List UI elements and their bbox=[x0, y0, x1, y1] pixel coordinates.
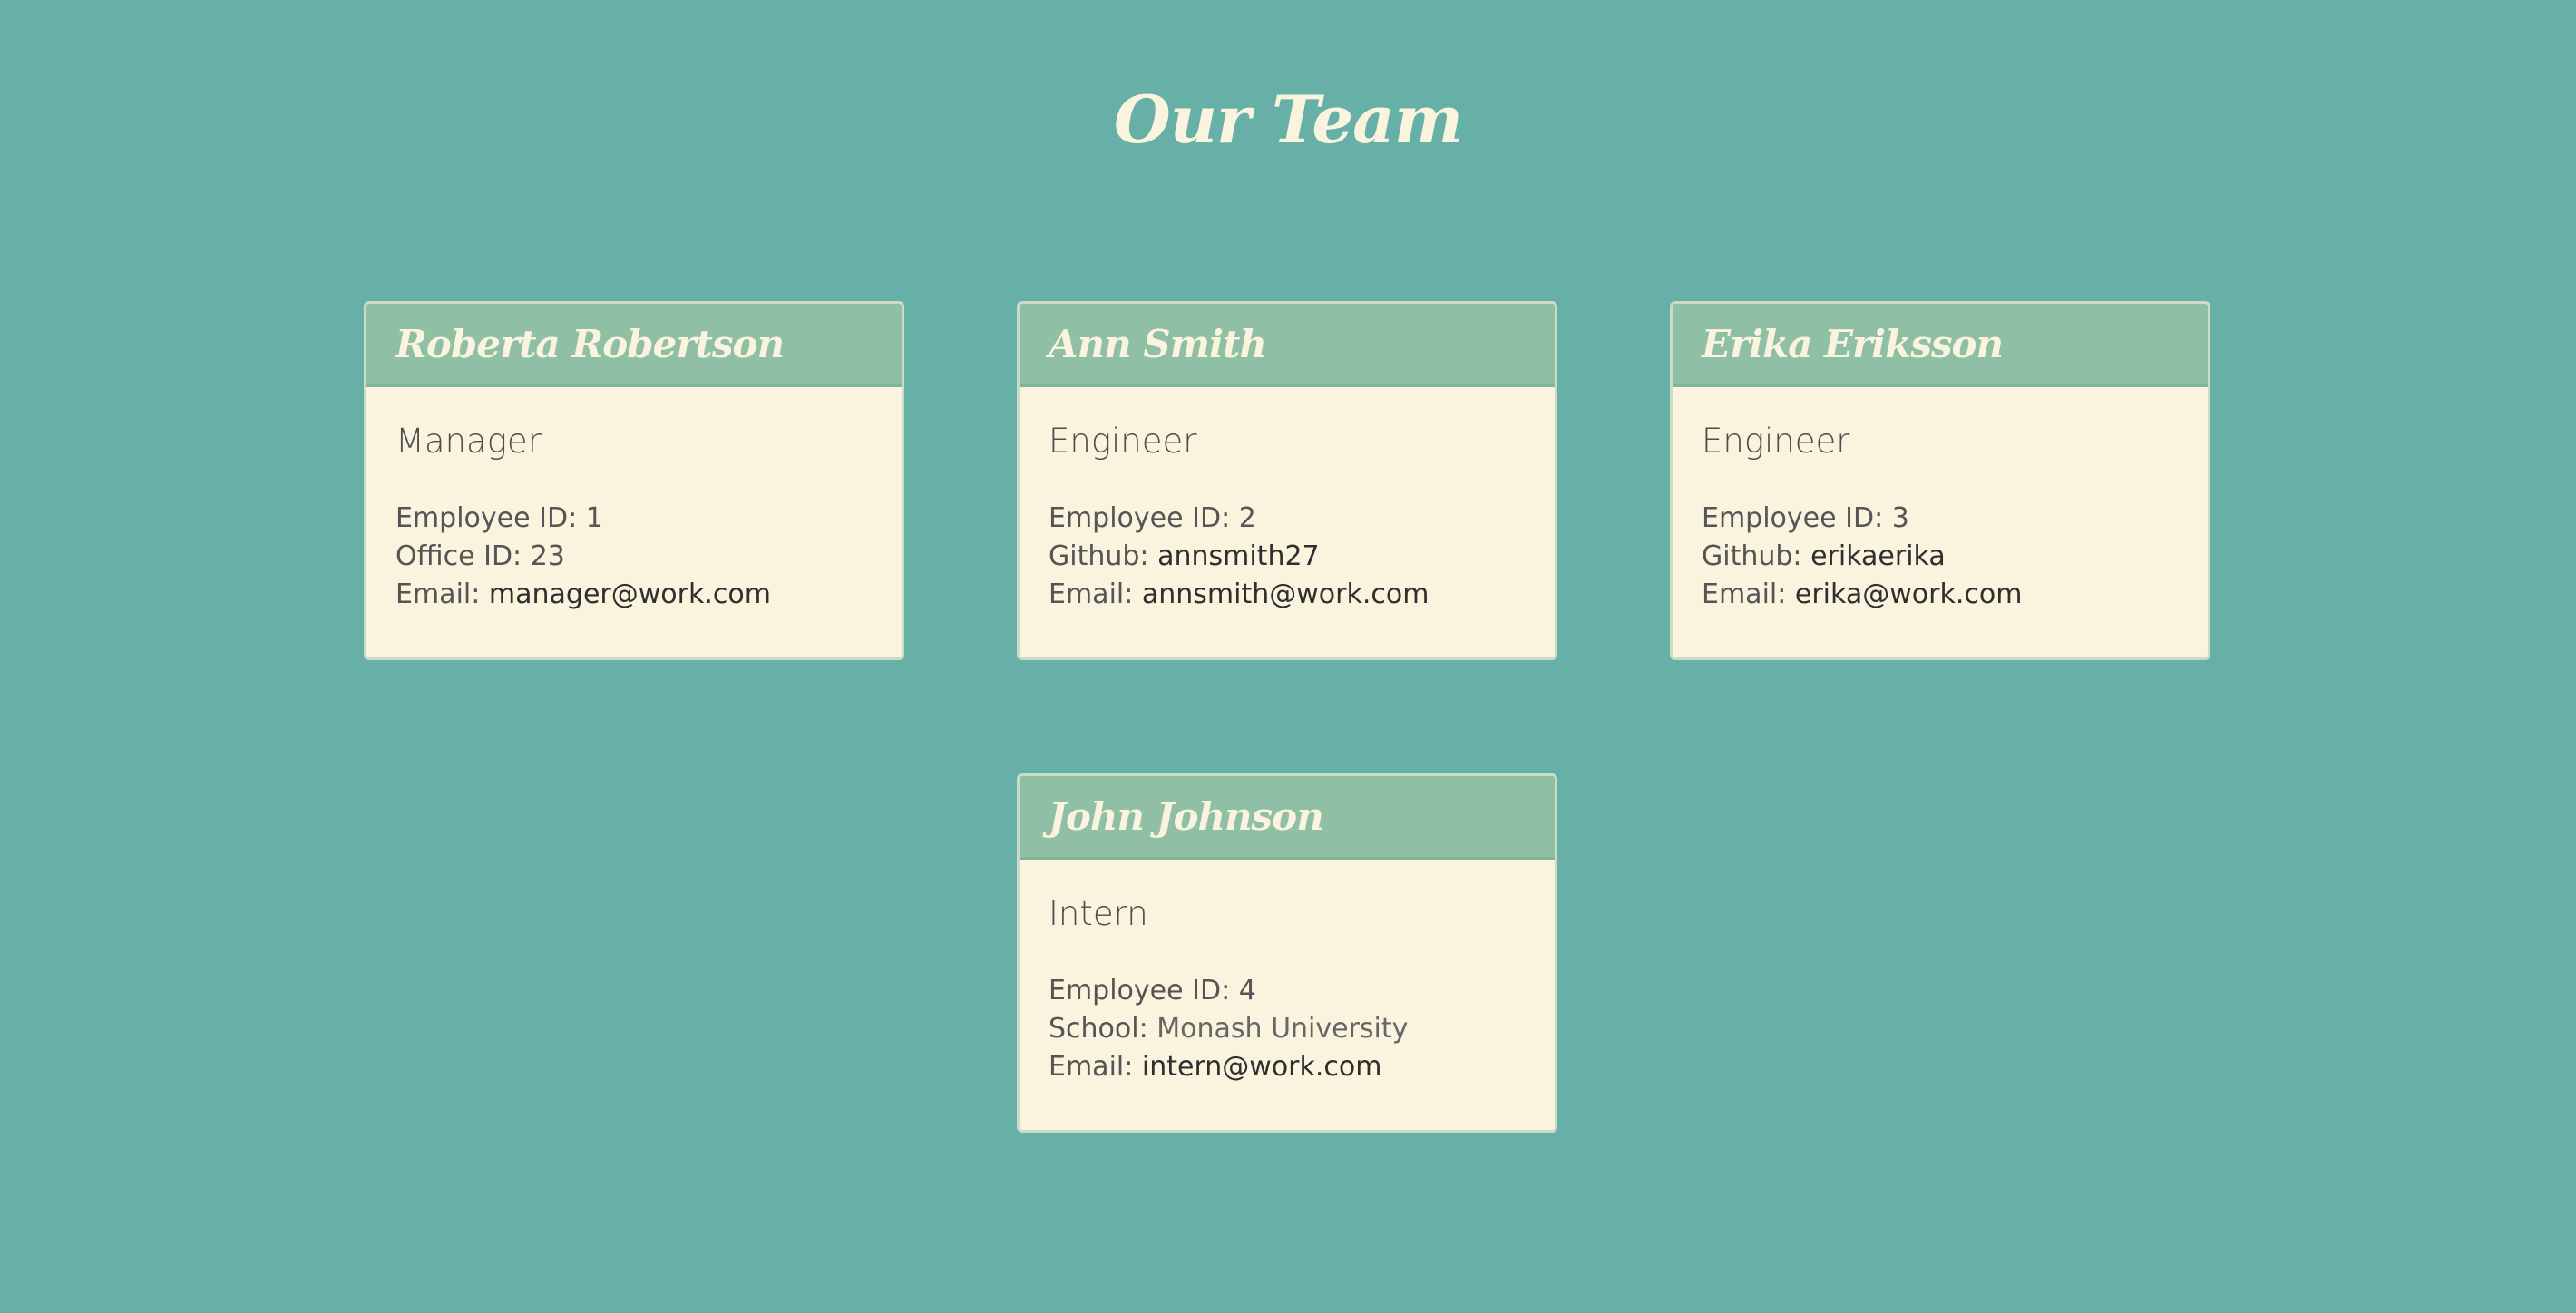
page-title: Our Team bbox=[1113, 81, 1463, 158]
office-id-line: Office ID: 23 bbox=[395, 538, 902, 576]
employee-id-label: Employee ID: bbox=[395, 502, 578, 534]
member-name: Roberta Robertson bbox=[395, 322, 785, 366]
email-label: Email: bbox=[395, 579, 481, 610]
github-label: Github: bbox=[1049, 540, 1149, 572]
office-id-label: Office ID: bbox=[395, 540, 522, 572]
email-label: Email: bbox=[1702, 579, 1787, 610]
employee-id-label: Employee ID: bbox=[1049, 502, 1231, 534]
email-line: Email: annsmith@work.com bbox=[1049, 576, 1555, 614]
email-line: Email: erika@work.com bbox=[1702, 576, 2208, 614]
email-line: Email: manager@work.com bbox=[395, 576, 902, 614]
employee-id-label: Employee ID: bbox=[1049, 975, 1231, 1007]
school-label: School: bbox=[1049, 1013, 1148, 1045]
office-id-value: 23 bbox=[530, 540, 565, 572]
email-line: Email: intern@work.com bbox=[1049, 1048, 1555, 1086]
github-line: Github: erikaerika bbox=[1702, 538, 2208, 576]
member-role: Intern bbox=[1049, 894, 1148, 933]
card-body: Engineer Employee ID: 3 Github: erikaeri… bbox=[1673, 387, 2208, 614]
school-value: Monash University bbox=[1156, 1013, 1409, 1045]
employee-id-line: Employee ID: 4 bbox=[1049, 972, 1555, 1010]
email-label: Email: bbox=[1049, 1051, 1134, 1083]
github-link[interactable]: annsmith27 bbox=[1157, 540, 1320, 572]
github-line: Github: annsmith27 bbox=[1049, 538, 1555, 576]
email-link[interactable]: annsmith@work.com bbox=[1142, 579, 1429, 610]
member-name: Erika Eriksson bbox=[1702, 322, 2004, 366]
card-header: Roberta Robertson bbox=[366, 304, 902, 387]
card-header: Erika Eriksson bbox=[1673, 304, 2208, 387]
employee-id-label: Employee ID: bbox=[1702, 502, 1884, 534]
card-body: Manager Employee ID: 1 Office ID: 23 Ema… bbox=[366, 387, 902, 614]
member-role: Engineer bbox=[1049, 422, 1197, 461]
github-label: Github: bbox=[1702, 540, 1802, 572]
school-line: School: Monash University bbox=[1049, 1010, 1555, 1048]
card-header: Ann Smith bbox=[1020, 304, 1555, 387]
email-link[interactable]: manager@work.com bbox=[489, 579, 771, 610]
employee-id-value: 4 bbox=[1238, 975, 1256, 1007]
team-member-card: Roberta Robertson Manager Employee ID: 1… bbox=[364, 301, 904, 660]
card-body: Engineer Employee ID: 2 Github: annsmith… bbox=[1020, 387, 1555, 614]
email-label: Email: bbox=[1049, 579, 1134, 610]
employee-id-line: Employee ID: 3 bbox=[1702, 500, 2208, 538]
member-name: Ann Smith bbox=[1049, 322, 1267, 366]
team-member-card: Ann Smith Engineer Employee ID: 2 Github… bbox=[1017, 301, 1557, 660]
team-member-card: John Johnson Intern Employee ID: 4 Schoo… bbox=[1017, 773, 1557, 1133]
employee-id-value: 3 bbox=[1891, 502, 1909, 534]
github-link[interactable]: erikaerika bbox=[1810, 540, 1946, 572]
member-role: Engineer bbox=[1702, 422, 1850, 461]
email-link[interactable]: intern@work.com bbox=[1142, 1051, 1382, 1083]
card-header: John Johnson bbox=[1020, 776, 1555, 860]
employee-id-line: Employee ID: 1 bbox=[395, 500, 902, 538]
member-role: Manager bbox=[395, 422, 542, 461]
employee-id-line: Employee ID: 2 bbox=[1049, 500, 1555, 538]
card-body: Intern Employee ID: 4 School: Monash Uni… bbox=[1020, 860, 1555, 1086]
email-link[interactable]: erika@work.com bbox=[1795, 579, 2023, 610]
team-member-card: Erika Eriksson Engineer Employee ID: 3 G… bbox=[1670, 301, 2210, 660]
employee-id-value: 1 bbox=[585, 502, 603, 534]
employee-id-value: 2 bbox=[1238, 502, 1256, 534]
member-name: John Johnson bbox=[1049, 794, 1324, 839]
